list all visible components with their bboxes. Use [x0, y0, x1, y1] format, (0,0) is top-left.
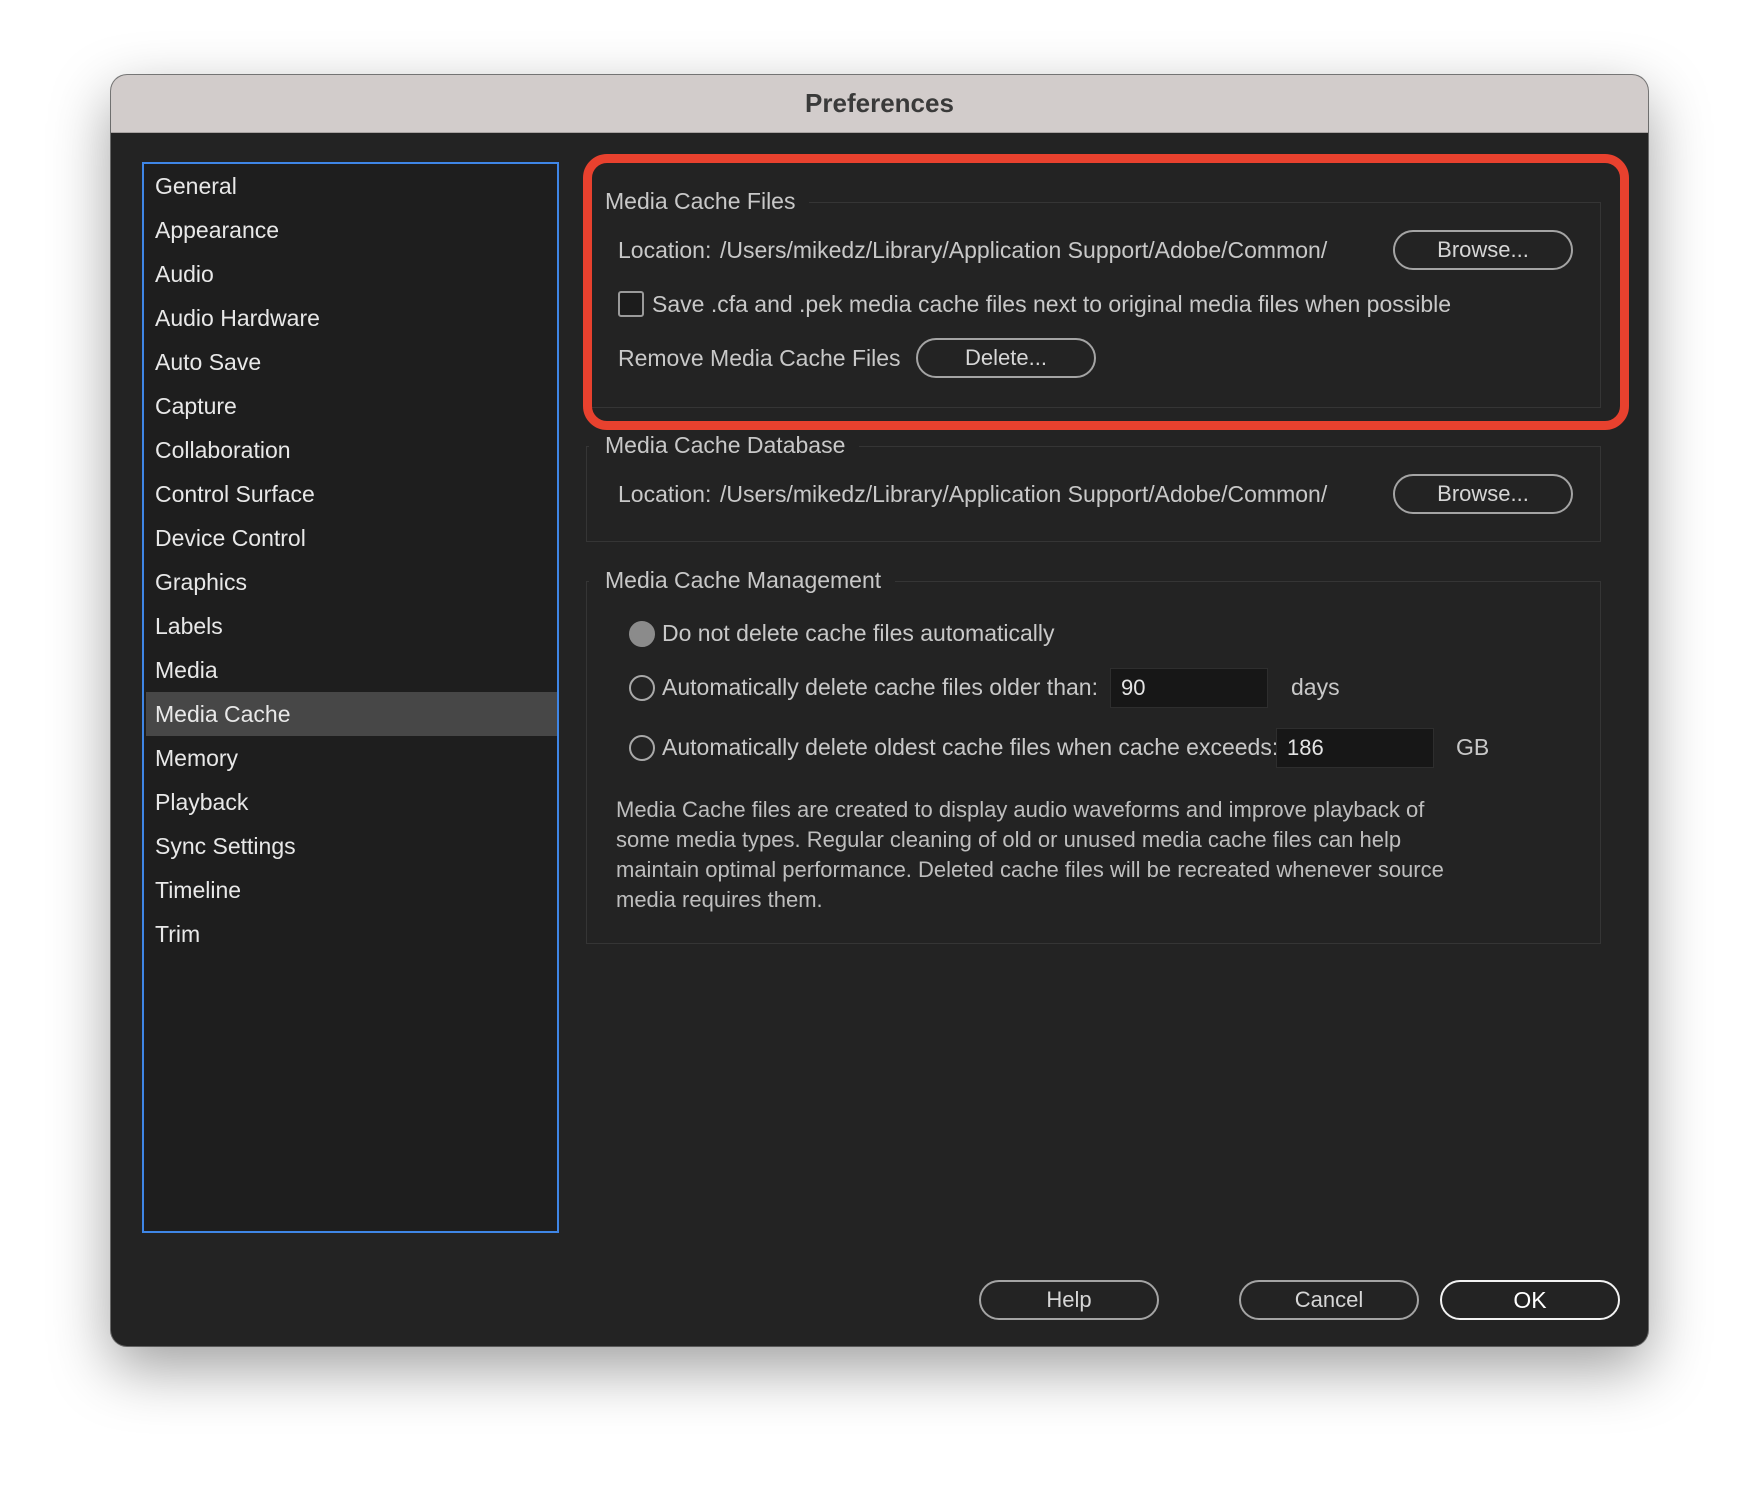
media-cache-files-location-path: /Users/mikedz/Library/Application Suppor…: [720, 237, 1328, 263]
media-cache-database-heading: Media Cache Database: [589, 430, 860, 460]
sidebar-item-audio-hardware[interactable]: Audio Hardware: [146, 296, 557, 340]
media-cache-files-heading: Media Cache Files: [589, 186, 810, 216]
preferences-window: Preferences General Appearance Audio Aud…: [111, 75, 1648, 1346]
sidebar-item-collaboration[interactable]: Collaboration: [146, 428, 557, 472]
sidebar-item-media[interactable]: Media: [146, 648, 557, 692]
sidebar-item-labels[interactable]: Labels: [146, 604, 557, 648]
title-bar[interactable]: Preferences: [111, 75, 1648, 133]
sidebar-item-control-surface[interactable]: Control Surface: [146, 472, 557, 516]
save-next-to-media-label[interactable]: Save .cfa and .pek media cache files nex…: [652, 289, 1451, 319]
sidebar-item-media-cache[interactable]: Media Cache: [146, 692, 557, 736]
media-cache-files-browse-button[interactable]: Browse...: [1393, 230, 1573, 270]
sidebar-item-timeline[interactable]: Timeline: [146, 868, 557, 912]
media-cache-database-location-label: Location:: [618, 481, 712, 507]
sidebar-item-device-control[interactable]: Device Control: [146, 516, 557, 560]
cache-size-limit-input[interactable]: 186: [1276, 728, 1434, 768]
delete-media-cache-button[interactable]: Delete...: [916, 338, 1096, 378]
no-auto-delete-label[interactable]: Do not delete cache files automatically: [662, 618, 1055, 648]
sidebar-item-general[interactable]: General: [146, 164, 557, 208]
delete-older-than-label[interactable]: Automatically delete cache files older t…: [662, 672, 1098, 702]
sidebar-item-memory[interactable]: Memory: [146, 736, 557, 780]
sidebar-item-capture[interactable]: Capture: [146, 384, 557, 428]
sidebar-item-appearance[interactable]: Appearance: [146, 208, 557, 252]
save-next-to-media-checkbox[interactable]: [618, 291, 644, 317]
delete-older-than-radio[interactable]: [629, 675, 655, 701]
media-cache-database-browse-button[interactable]: Browse...: [1393, 474, 1573, 514]
ok-button[interactable]: OK: [1440, 1280, 1620, 1320]
delete-when-exceeds-label[interactable]: Automatically delete oldest cache files …: [662, 732, 1278, 762]
delete-older-than-days-input[interactable]: 90: [1110, 668, 1268, 708]
no-auto-delete-radio[interactable]: [629, 621, 655, 647]
sidebar-item-auto-save[interactable]: Auto Save: [146, 340, 557, 384]
help-button[interactable]: Help: [979, 1280, 1159, 1320]
sidebar-item-audio[interactable]: Audio: [146, 252, 557, 296]
sidebar-item-playback[interactable]: Playback: [146, 780, 557, 824]
preferences-sidebar: General Appearance Audio Audio Hardware …: [142, 162, 559, 1233]
sidebar-item-sync-settings[interactable]: Sync Settings: [146, 824, 557, 868]
gb-unit-label: GB: [1456, 734, 1490, 760]
remove-media-cache-files-label: Remove Media Cache Files: [618, 345, 901, 371]
media-cache-database-location-path: /Users/mikedz/Library/Application Suppor…: [720, 481, 1328, 507]
sidebar-item-trim[interactable]: Trim: [146, 912, 557, 956]
media-cache-management-heading: Media Cache Management: [589, 565, 896, 595]
media-cache-description: Media Cache files are created to display…: [616, 797, 1444, 912]
window-title: Preferences: [805, 88, 954, 118]
sidebar-item-graphics[interactable]: Graphics: [146, 560, 557, 604]
cancel-button[interactable]: Cancel: [1239, 1280, 1419, 1320]
delete-when-exceeds-radio[interactable]: [629, 735, 655, 761]
days-unit-label: days: [1291, 674, 1340, 700]
media-cache-files-location-label: Location:: [618, 237, 712, 263]
